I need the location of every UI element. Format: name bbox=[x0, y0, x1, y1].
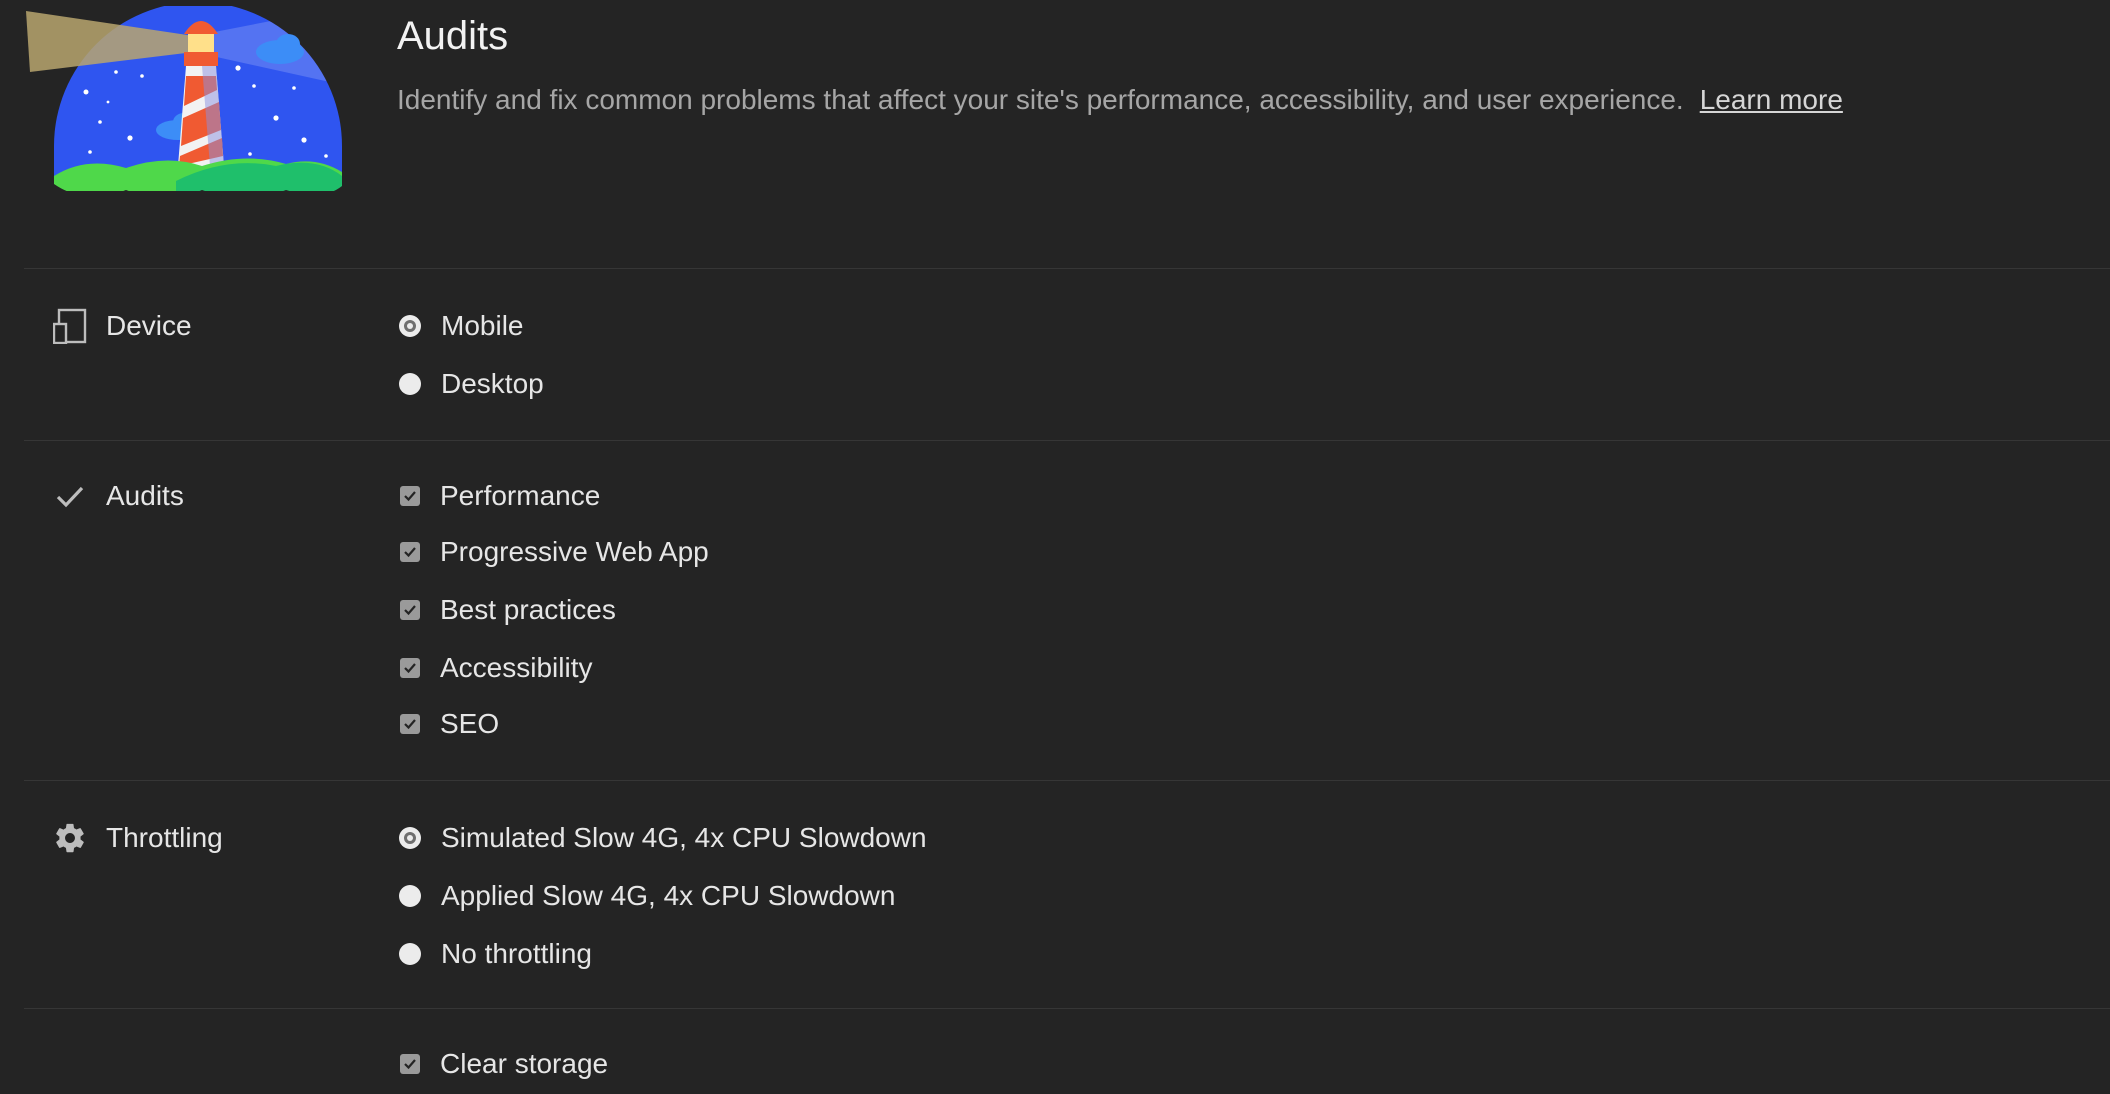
learn-more-link[interactable]: Learn more bbox=[1700, 84, 1843, 115]
divider bbox=[24, 268, 2110, 269]
radio-checked[interactable] bbox=[399, 315, 421, 337]
option-label: Mobile bbox=[441, 310, 524, 341]
option-label: No throttling bbox=[441, 938, 592, 969]
lighthouse-logo bbox=[26, 6, 348, 196]
audit-option-performance[interactable]: Performance bbox=[398, 476, 600, 516]
section-label-text: Device bbox=[106, 310, 192, 341]
checkbox-checked[interactable] bbox=[400, 658, 420, 678]
radio-unchecked[interactable] bbox=[399, 885, 421, 907]
checkmark-icon bbox=[404, 547, 416, 558]
section-label-device: Device bbox=[52, 306, 192, 346]
option-label: Applied Slow 4G, 4x CPU Slowdown bbox=[441, 880, 896, 911]
option-label: Progressive Web App bbox=[440, 536, 709, 567]
option-label: Accessibility bbox=[440, 652, 593, 683]
section-label-text: Audits bbox=[106, 480, 184, 511]
option-label: Desktop bbox=[441, 368, 544, 399]
checkmark-icon bbox=[404, 719, 416, 730]
checkbox-checked[interactable] bbox=[400, 1054, 420, 1074]
option-clear-storage[interactable]: Clear storage bbox=[398, 1044, 608, 1084]
checkmark-icon bbox=[404, 663, 416, 674]
description-text: Identify and fix common problems that af… bbox=[397, 84, 1684, 115]
gear-icon bbox=[52, 820, 88, 856]
checkbox-checked[interactable] bbox=[400, 486, 420, 506]
throttling-option-none[interactable]: No throttling bbox=[398, 934, 592, 974]
audits-panel: Audits Identify and fix common problems … bbox=[0, 0, 2110, 1094]
radio-unchecked[interactable] bbox=[399, 943, 421, 965]
audits-header: Audits Identify and fix common problems … bbox=[0, 0, 2110, 268]
throttling-option-applied[interactable]: Applied Slow 4G, 4x CPU Slowdown bbox=[398, 876, 895, 916]
divider bbox=[24, 1008, 2110, 1009]
divider bbox=[24, 440, 2110, 441]
audit-option-pwa[interactable]: Progressive Web App bbox=[398, 532, 709, 572]
checkmark-icon bbox=[404, 605, 416, 616]
option-label: Simulated Slow 4G, 4x CPU Slowdown bbox=[441, 822, 927, 853]
device-option-mobile[interactable]: Mobile bbox=[398, 306, 523, 346]
section-label-throttling: Throttling bbox=[52, 818, 223, 858]
option-label: Clear storage bbox=[440, 1048, 609, 1079]
device-option-desktop[interactable]: Desktop bbox=[398, 364, 544, 404]
option-label: Best practices bbox=[440, 594, 616, 625]
page-description: Identify and fix common problems that af… bbox=[397, 84, 1843, 116]
option-label: Performance bbox=[440, 480, 601, 511]
page-title: Audits bbox=[397, 14, 509, 58]
checkbox-checked[interactable] bbox=[400, 714, 420, 734]
audit-option-accessibility[interactable]: Accessibility bbox=[398, 648, 592, 688]
radio-checked[interactable] bbox=[399, 827, 421, 849]
audit-option-best-practices[interactable]: Best practices bbox=[398, 590, 616, 630]
checkbox-checked[interactable] bbox=[400, 542, 420, 562]
section-label-text: Throttling bbox=[106, 822, 223, 853]
throttling-option-simulated[interactable]: Simulated Slow 4G, 4x CPU Slowdown bbox=[398, 818, 927, 858]
audit-option-seo[interactable]: SEO bbox=[398, 704, 499, 744]
checkmark-icon bbox=[52, 478, 88, 514]
option-label: SEO bbox=[440, 708, 500, 739]
checkmark-icon bbox=[404, 491, 416, 502]
divider bbox=[24, 780, 2110, 781]
section-label-audits: Audits bbox=[52, 476, 184, 516]
radio-unchecked[interactable] bbox=[399, 373, 421, 395]
checkbox-checked[interactable] bbox=[400, 600, 420, 620]
device-icon bbox=[52, 308, 88, 344]
checkmark-icon bbox=[404, 1059, 416, 1070]
